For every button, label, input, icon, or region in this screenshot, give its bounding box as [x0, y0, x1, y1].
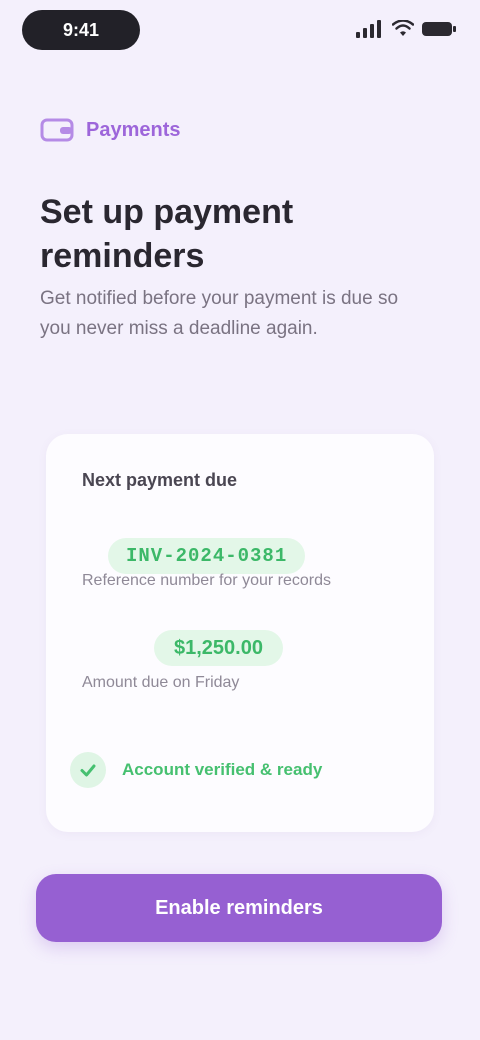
eyebrow-label: Payments	[86, 118, 181, 141]
amount-hint: Amount due on Friday	[82, 674, 240, 691]
payment-card: Next payment due INV-2024-0381 Reference…	[46, 434, 434, 832]
wallet-icon	[40, 116, 76, 144]
check-icon	[70, 752, 106, 788]
page-subtitle: Get notified before your payment is due …	[40, 288, 399, 339]
verified-status: Account verified & ready	[122, 760, 323, 779]
wifi-icon	[391, 19, 415, 38]
reference-hint: Reference number for your records	[82, 572, 331, 589]
card-label: Next payment due	[82, 470, 238, 490]
battery-icon	[422, 22, 456, 36]
section-eyebrow: Payments	[40, 116, 181, 144]
page-title: Set up payment reminders	[40, 193, 294, 275]
reference-code-chip: INV-2024-0381	[108, 538, 306, 574]
status-bar: 9:41	[0, 0, 480, 64]
signal-icon	[356, 20, 384, 38]
status-icons	[356, 19, 456, 38]
enable-reminders-button[interactable]: Enable reminders	[36, 874, 442, 942]
verified-row: Account verified & ready	[70, 752, 322, 788]
amount-chip: $1,250.00	[154, 630, 283, 666]
status-time: 9:41	[22, 10, 140, 50]
